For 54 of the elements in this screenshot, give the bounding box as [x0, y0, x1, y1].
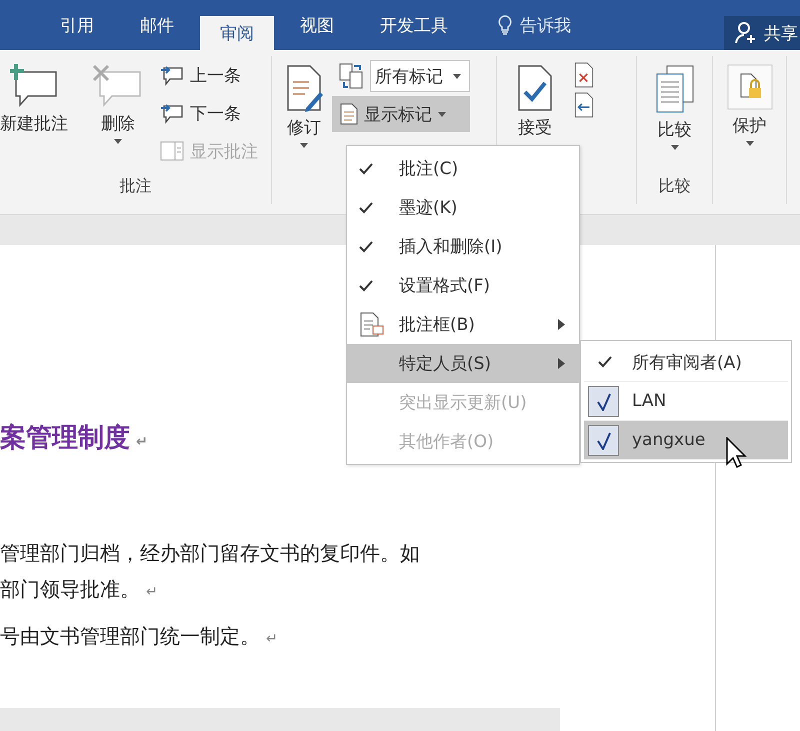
next-comment-icon [160, 102, 184, 124]
paragraph-line: 号由文书管理部门统一制定。 ↵ [0, 623, 278, 650]
new-comment-icon [8, 64, 60, 108]
ribbon-tab[interactable]: 引用 [40, 0, 114, 50]
group-label: 批注 [118, 176, 152, 197]
protect-button[interactable]: 保护 [726, 64, 772, 204]
lightbulb-icon [498, 15, 512, 35]
paragraph-line: 部门领导批准。 ↵ [0, 576, 159, 603]
submenu-arrow-icon [558, 358, 565, 369]
comments-pane-icon [160, 141, 184, 161]
menu-item[interactable]: 特定人员(S) [347, 344, 579, 383]
tell-me-button[interactable]: 告诉我 [498, 0, 571, 50]
new-comment-button[interactable]: 新建批注 [0, 64, 68, 176]
document-icon [340, 103, 358, 125]
next-button[interactable]: 下一条 [160, 96, 258, 130]
caret-icon [453, 74, 461, 78]
ribbon-tab[interactable]: 邮件 [120, 0, 194, 50]
checkmark-icon [596, 392, 610, 410]
checkmark-icon [596, 432, 610, 450]
delete-button[interactable]: 删除 [92, 64, 144, 176]
previous-comment-icon [160, 64, 184, 86]
delete-comment-icon [92, 64, 144, 108]
menu-item[interactable]: 批注框(B) [347, 305, 579, 344]
menu-item[interactable]: 插入和删除(I) [347, 227, 579, 266]
share-button[interactable]: 共享 [724, 16, 800, 50]
caret-icon [746, 141, 754, 146]
documents-icon [654, 64, 694, 114]
paragraph-line: 管理部门归档，经办部门留存文书的复印件。如 [0, 540, 420, 567]
compare-button[interactable]: 比较 [654, 64, 694, 176]
ribbon-tab[interactable]: 开发工具 [360, 0, 468, 50]
add-person-icon [734, 21, 758, 45]
group-label: 比较 [658, 176, 692, 197]
document-cross-icon [573, 62, 595, 88]
checkbox[interactable] [588, 386, 619, 417]
previous-button[interactable]: 上一条 [160, 58, 258, 92]
ribbon-tab[interactable]: 视图 [280, 0, 354, 50]
reviewer-item[interactable]: yangxue [584, 421, 788, 460]
show-markup-button[interactable]: 显示标记 [332, 96, 470, 132]
submenu-arrow-icon [558, 319, 565, 330]
caret-icon [670, 145, 678, 150]
caret-icon [114, 139, 122, 144]
checkbox[interactable] [588, 425, 619, 456]
document-left-arrow-icon [573, 92, 595, 118]
balloon-icon [359, 312, 385, 338]
track-changes-button[interactable]: 修订 [284, 64, 324, 204]
document-heading: 案管理制度 ↵ [0, 422, 148, 455]
reviewer-item[interactable]: 所有审阅者(A) [584, 343, 788, 382]
documents-arrows-icon [338, 62, 364, 90]
markup-dropdown[interactable]: 所有标记 [370, 60, 470, 92]
caret-icon [300, 143, 308, 148]
ribbon-tab[interactable]: 审阅 [200, 16, 274, 50]
caret-icon [438, 112, 446, 116]
menu-item[interactable]: 设置格式(F) [347, 266, 579, 305]
document-lock-icon [726, 64, 772, 110]
